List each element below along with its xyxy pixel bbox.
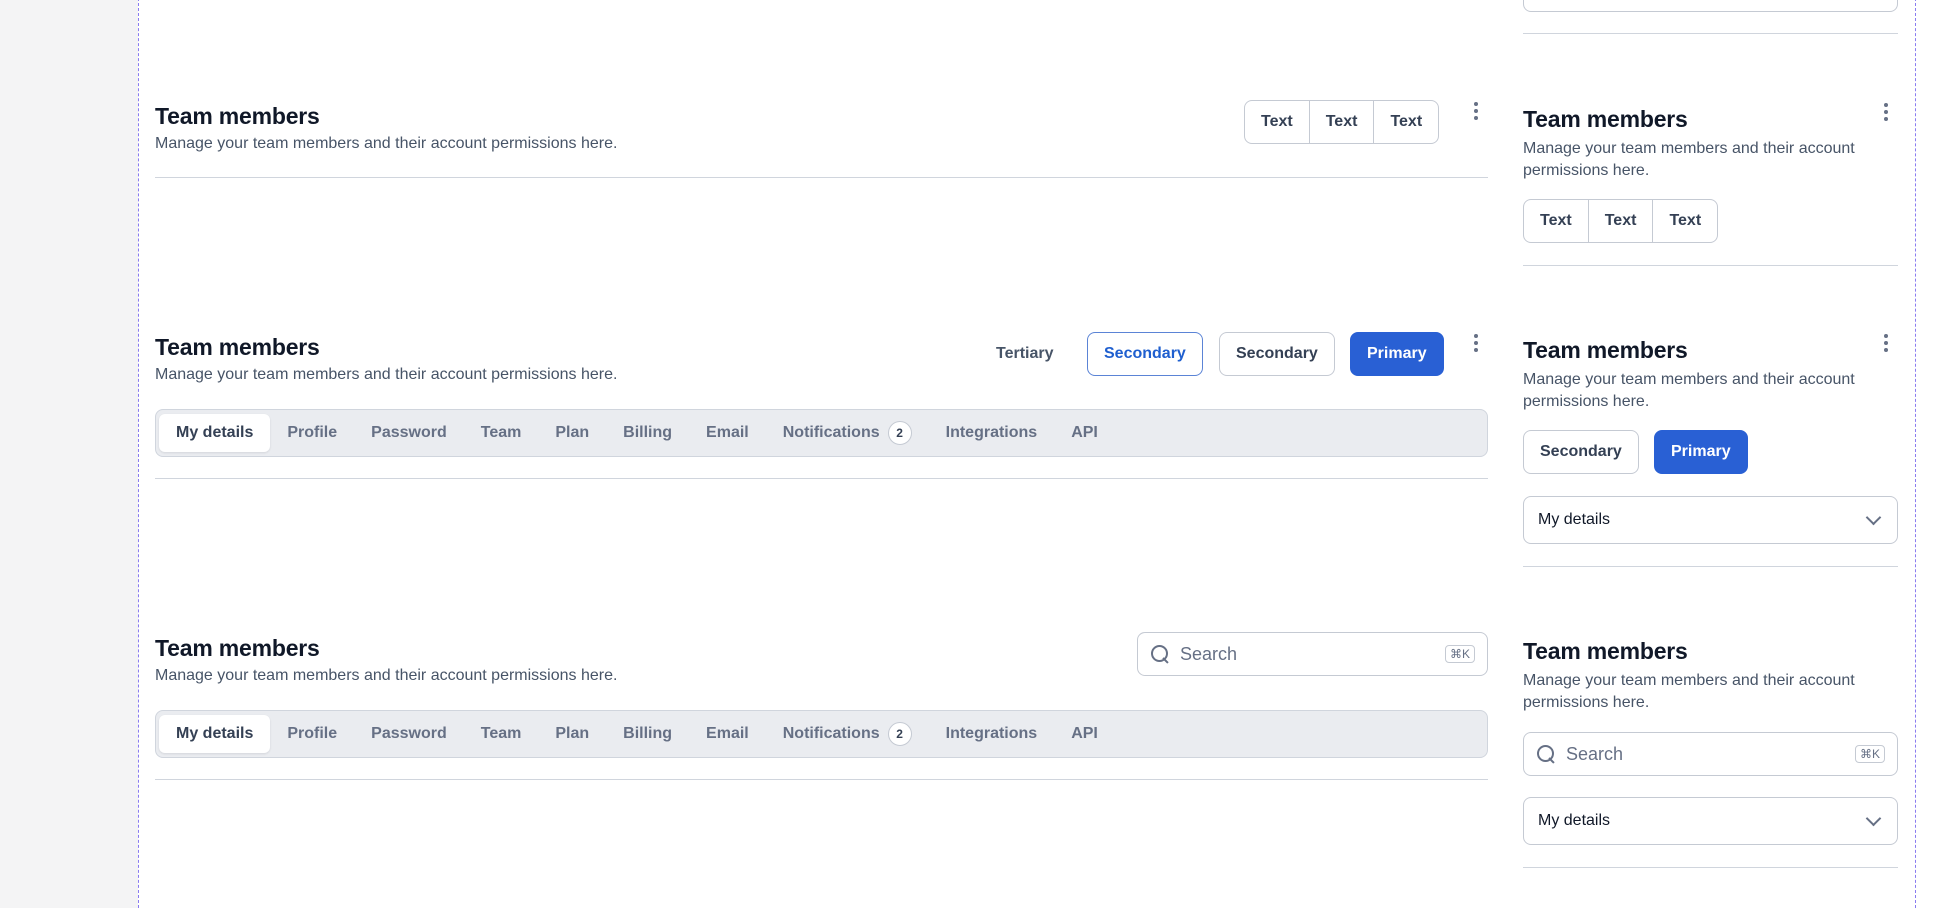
page-title: Team members [155,635,320,661]
page-subtitle: Manage your team members and their accou… [1523,140,1855,179]
page-title: Team members [1523,337,1688,363]
tab-select-dropdown[interactable]: My details [1523,797,1898,845]
tab-password[interactable]: Password [354,715,464,753]
search-placeholder: Search [1566,743,1624,764]
page-subtitle: Manage your team members and their accou… [155,366,618,383]
notification-count-badge: 2 [887,421,912,445]
section-divider [155,779,1488,780]
primary-button[interactable]: Primary [1350,332,1444,376]
page-title: Team members [155,334,320,360]
page-subtitle: Manage your team members and their accou… [155,667,618,684]
tab-integrations[interactable]: Integrations [929,414,1055,452]
tab-my-details[interactable]: My details [159,715,271,753]
primary-button[interactable]: Primary [1654,430,1748,474]
partial-search-top [1523,0,1898,12]
tab-password[interactable]: Password [354,414,464,452]
page-title: Team members [1523,638,1688,664]
tab-notifications[interactable]: Notifications 2 [766,414,929,452]
section-divider [1523,867,1898,868]
page-title: Team members [1523,106,1688,132]
button-group: Text Text Text [1523,199,1719,243]
select-value: My details [1538,812,1611,829]
tab-select-dropdown[interactable]: My details [1523,496,1898,544]
button-group-item[interactable]: Text [1589,200,1654,242]
tertiary-button[interactable]: Tertiary [980,332,1070,376]
more-vertical-icon[interactable] [1876,331,1896,355]
search-input[interactable]: Search ⌘K [1523,732,1898,776]
notification-count-badge: 2 [887,722,912,746]
search-icon [1150,644,1170,664]
search-placeholder: Search [1180,643,1238,664]
secondary-button[interactable]: Secondary [1523,430,1639,474]
canvas-background [0,0,138,908]
tab-billing[interactable]: Billing [606,715,689,753]
tab-team[interactable]: Team [464,414,539,452]
tab-bar: My details Profile Password Team Plan Bi… [155,710,1488,758]
button-group-item[interactable]: Text [1310,101,1375,143]
button-group-item[interactable]: Text [1524,200,1589,242]
tab-email[interactable]: Email [689,414,766,452]
tab-api[interactable]: API [1054,414,1115,452]
tab-my-details[interactable]: My details [159,414,271,452]
section-divider [1523,566,1898,567]
chevron-down-icon [1865,509,1882,525]
page-title: Team members [155,103,320,129]
page-subtitle: Manage your team members and their accou… [155,135,618,152]
keyboard-shortcut-badge: ⌘K [1444,645,1475,663]
tab-email[interactable]: Email [689,715,766,753]
tab-billing[interactable]: Billing [606,414,689,452]
more-vertical-icon[interactable] [1466,331,1486,355]
tab-plan[interactable]: Plan [538,715,606,753]
tab-team[interactable]: Team [464,715,539,753]
secondary-color-button[interactable]: Secondary [1087,332,1203,376]
tab-label: Notifications [782,725,880,742]
tab-api[interactable]: API [1054,715,1115,753]
divider-top-mobile [1523,33,1898,34]
tab-profile[interactable]: Profile [270,715,354,753]
tab-label: Notifications [782,424,880,441]
search-icon [1536,744,1556,764]
tab-integrations[interactable]: Integrations [929,715,1055,753]
page-subtitle: Manage your team members and their accou… [1523,371,1855,410]
more-vertical-icon[interactable] [1466,99,1486,123]
button-group: Text Text Text [1244,100,1440,144]
section-divider [155,177,1488,178]
search-input[interactable]: Search ⌘K [1137,632,1488,676]
section-divider [155,478,1488,479]
keyboard-shortcut-badge: ⌘K [1854,745,1885,763]
select-value: My details [1538,511,1611,528]
tab-notifications[interactable]: Notifications 2 [766,715,929,753]
page-subtitle: Manage your team members and their accou… [1523,672,1855,711]
section-divider [1523,265,1898,266]
secondary-button[interactable]: Secondary [1219,332,1335,376]
button-group-item[interactable]: Text [1374,101,1438,143]
tab-bar: My details Profile Password Team Plan Bi… [155,409,1488,457]
button-group-item[interactable]: Text [1245,101,1310,143]
tab-plan[interactable]: Plan [538,414,606,452]
button-group-item[interactable]: Text [1653,200,1717,242]
tab-profile[interactable]: Profile [270,414,354,452]
chevron-down-icon [1865,810,1882,826]
more-vertical-icon[interactable] [1876,100,1896,124]
